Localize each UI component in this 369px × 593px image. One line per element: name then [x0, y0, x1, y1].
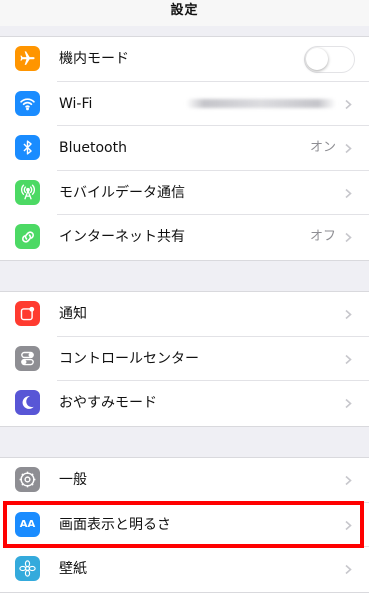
- moon-icon: [15, 390, 40, 415]
- settings-group-notifications: 通知 コントロールセンター おやすみモード: [0, 291, 369, 427]
- row-label: 壁紙: [59, 561, 87, 578]
- row-label: 一般: [59, 472, 87, 489]
- row-label: インターネット共有: [59, 229, 185, 246]
- link-icon: [15, 224, 40, 249]
- row-airplane-mode[interactable]: 機内モード: [0, 37, 369, 82]
- settings-group-general: 一般 AA 画面表示と明るさ 壁紙: [0, 457, 369, 593]
- bluetooth-icon: [15, 135, 40, 160]
- toggles-icon: [15, 345, 40, 371]
- chevron-right-icon: [345, 564, 352, 575]
- row-personal-hotspot[interactable]: インターネット共有 オフ: [0, 215, 369, 260]
- airplane-icon: [15, 46, 40, 71]
- chevron-right-icon: [345, 475, 352, 486]
- chevron-right-icon: [345, 99, 352, 109]
- row-label: 画面表示と明るさ: [59, 516, 171, 533]
- row-label: おやすみモード: [59, 395, 157, 412]
- row-notifications[interactable]: 通知: [0, 292, 369, 337]
- row-label: 機内モード: [59, 51, 129, 68]
- chevron-right-icon: [345, 188, 352, 198]
- notifications-icon: [15, 301, 40, 326]
- settings-group-connectivity: 機内モード Wi-Fi Bluetooth オン モバイルデータ通信 インターネ…: [0, 36, 369, 261]
- row-label: コントロールセンター: [59, 350, 199, 367]
- row-label: モバイルデータ通信: [59, 184, 185, 201]
- chevron-right-icon: [345, 143, 352, 154]
- chevron-right-icon: [345, 309, 352, 320]
- gear-icon: [15, 467, 40, 492]
- row-label: 通知: [59, 306, 87, 323]
- row-label: Wi-Fi: [59, 95, 93, 112]
- nav-bar: 設定: [0, 0, 369, 26]
- bluetooth-status: オン: [309, 140, 336, 156]
- chevron-right-icon: [345, 354, 352, 364]
- chevron-right-icon: [345, 232, 352, 243]
- flower-icon: [15, 556, 40, 581]
- page-title: 設定: [170, 3, 199, 18]
- row-control-center[interactable]: コントロールセンター: [0, 337, 369, 381]
- wifi-network-name-blurred: [186, 98, 336, 108]
- row-general[interactable]: 一般: [0, 458, 369, 503]
- hotspot-status: オフ: [309, 229, 336, 245]
- wifi-icon: [15, 90, 40, 116]
- row-label: Bluetooth: [59, 140, 127, 157]
- chevron-right-icon: [345, 520, 352, 530]
- antenna-icon: [15, 179, 40, 205]
- row-display-brightness[interactable]: AA 画面表示と明るさ: [0, 503, 369, 547]
- chevron-right-icon: [345, 398, 352, 409]
- row-mobile-data[interactable]: モバイルデータ通信: [0, 171, 369, 215]
- row-wifi[interactable]: Wi-Fi: [0, 82, 369, 126]
- toggle-knob: [306, 48, 328, 70]
- row-wallpaper[interactable]: 壁紙: [0, 547, 369, 592]
- airplane-mode-toggle[interactable]: [304, 46, 355, 73]
- row-bluetooth[interactable]: Bluetooth オン: [0, 126, 369, 171]
- row-do-not-disturb[interactable]: おやすみモード: [0, 381, 369, 426]
- aa-icon: AA: [15, 511, 40, 537]
